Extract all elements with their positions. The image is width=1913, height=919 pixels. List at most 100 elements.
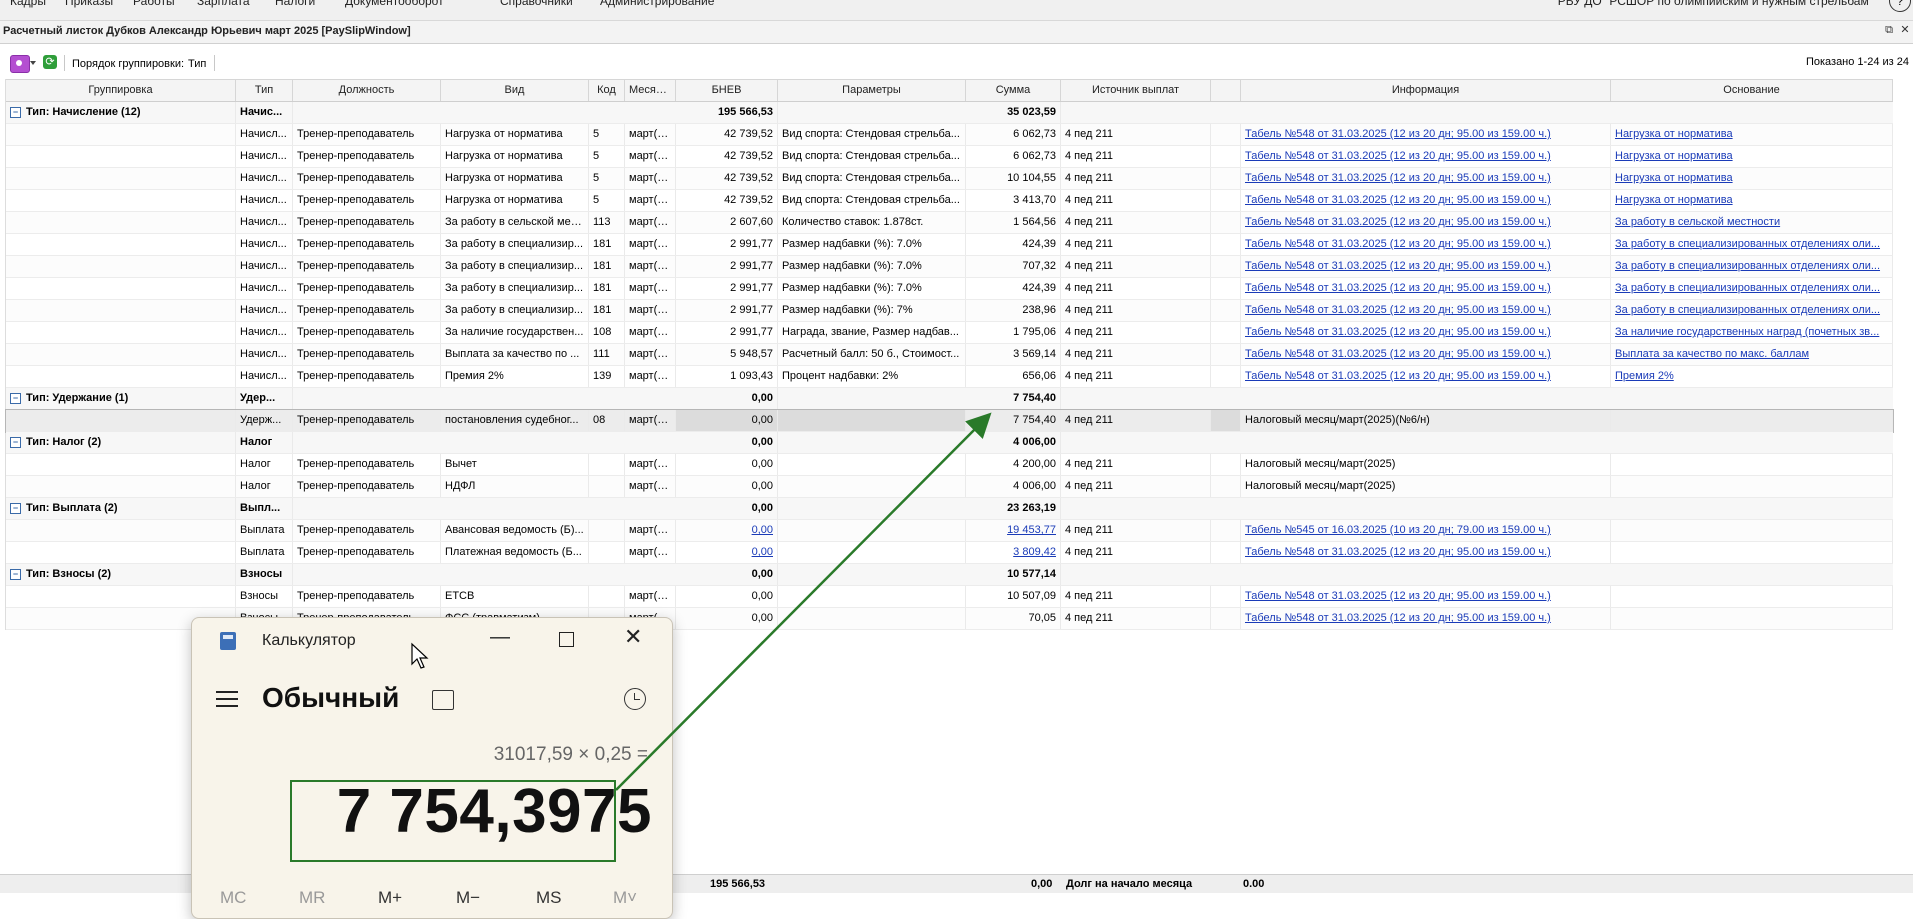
cell-basis-text[interactable]: За работу в специализированных отделения…: [1615, 238, 1880, 250]
cell-basis[interactable]: Премия 2%: [1611, 366, 1893, 387]
group-label[interactable]: − Тип: Налог (2): [6, 432, 236, 453]
cell-basis[interactable]: За работу в специализированных отделения…: [1611, 256, 1893, 277]
collapse-icon[interactable]: −: [10, 106, 21, 118]
history-icon[interactable]: [624, 688, 646, 710]
cell-info-text[interactable]: Табель №548 от 31.03.2025 (12 из 20 дн; …: [1245, 348, 1551, 360]
column-header-bnev[interactable]: БНЕВ: [676, 80, 778, 101]
cell-basis[interactable]: За работу в специализированных отделения…: [1611, 300, 1893, 321]
menu-item-2[interactable]: Работы: [133, 0, 175, 8]
column-header-position[interactable]: Должность: [293, 80, 441, 101]
cell-basis-text[interactable]: Нагрузка от норматива: [1615, 194, 1733, 206]
collapse-icon[interactable]: −: [10, 568, 21, 580]
cell-bnev[interactable]: 0,00: [676, 520, 778, 541]
menu-item-5[interactable]: Документооборот: [345, 0, 444, 8]
cell-sum[interactable]: 3 809,42: [966, 542, 1061, 563]
column-header-code[interactable]: Код: [589, 80, 625, 101]
cell-basis-text[interactable]: Нагрузка от норматива: [1615, 150, 1733, 162]
group-row[interactable]: − Тип: Выплата (2) Выпл... 0,00 23 263,19: [6, 498, 1893, 520]
restore-icon[interactable]: ⧉: [1883, 24, 1895, 36]
cell-info[interactable]: Табель №548 от 31.03.2025 (12 из 20 дн; …: [1241, 234, 1611, 255]
column-header-params[interactable]: Параметры: [778, 80, 966, 101]
close-icon[interactable]: ✕: [624, 624, 642, 650]
cell-info[interactable]: Табель №548 от 31.03.2025 (12 из 20 дн; …: [1241, 190, 1611, 211]
cell-info-text[interactable]: Табель №548 от 31.03.2025 (12 из 20 дн; …: [1245, 282, 1551, 294]
column-header-month[interactable]: Месяц ...: [625, 80, 676, 101]
cell-info-text[interactable]: Табель №548 от 31.03.2025 (12 из 20 дн; …: [1245, 216, 1551, 228]
cell-info-text[interactable]: Табель №548 от 31.03.2025 (12 из 20 дн; …: [1245, 612, 1551, 624]
cell-basis[interactable]: За работу в специализированных отделения…: [1611, 234, 1893, 255]
table-row[interactable]: Начисл... Тренер-преподаватель За работу в…: [6, 256, 1893, 278]
group-label[interactable]: − Тип: Удержание (1): [6, 388, 236, 409]
cell-basis[interactable]: Нагрузка от норматива: [1611, 190, 1893, 211]
cell-info[interactable]: Табель №548 от 31.03.2025 (12 из 20 дн; …: [1241, 256, 1611, 277]
cell-info[interactable]: Табель №548 от 31.03.2025 (12 из 20 дн; …: [1241, 124, 1611, 145]
cell-basis[interactable]: За работу в специализированных отделения…: [1611, 278, 1893, 299]
cell-basis[interactable]: Выплата за качество по макс. баллам: [1611, 344, 1893, 365]
menu-item-0[interactable]: Кадры: [10, 0, 46, 8]
memory-list-button[interactable]: M˅: [613, 888, 637, 908]
settings-gear-icon[interactable]: [10, 55, 30, 73]
table-row[interactable]: Налог Тренер-преподаватель Вычет март(2... 0…: [6, 454, 1893, 476]
cell-info[interactable]: Табель №548 от 31.03.2025 (12 из 20 дн; …: [1241, 366, 1611, 387]
cell-info[interactable]: Табель №548 от 31.03.2025 (12 из 20 дн; …: [1241, 168, 1611, 189]
cell-basis-text[interactable]: Выплата за качество по макс. баллам: [1615, 348, 1809, 360]
cell-info-text[interactable]: Табель №545 от 16.03.2025 (10 из 20 дн; …: [1245, 524, 1551, 536]
menu-item-4[interactable]: Налоги: [275, 0, 315, 8]
column-header-info[interactable]: Информация: [1241, 80, 1611, 101]
group-label[interactable]: − Тип: Выплата (2): [6, 498, 236, 519]
cell-basis-text[interactable]: Нагрузка от норматива: [1615, 172, 1733, 184]
cell-basis-text[interactable]: За работу в специализированных отделения…: [1615, 260, 1880, 272]
cell-info[interactable]: Табель №548 от 31.03.2025 (12 из 20 дн; …: [1241, 212, 1611, 233]
group-row[interactable]: − Тип: Взносы (2) Взносы 0,00 10 577,14: [6, 564, 1893, 586]
group-row[interactable]: − Тип: Налог (2) Налог 0,00 4 006,00: [6, 432, 1893, 454]
table-row[interactable]: Начисл... Тренер-преподаватель Нагрузка от…: [6, 190, 1893, 212]
cell-info-text[interactable]: Табель №548 от 31.03.2025 (12 из 20 дн; …: [1245, 260, 1551, 272]
cell-bnev-text[interactable]: 0,00: [752, 524, 773, 536]
table-row[interactable]: Налог Тренер-преподаватель НДФЛ март(2... 0,…: [6, 476, 1893, 498]
group-label[interactable]: − Тип: Начисление (12): [6, 102, 236, 123]
column-header-source[interactable]: Источник выплат: [1061, 80, 1211, 101]
menu-item-3[interactable]: Зарплата: [197, 0, 250, 8]
cell-basis-text[interactable]: За работу в специализированных отделения…: [1615, 282, 1880, 294]
memory-add-button[interactable]: M+: [378, 888, 402, 908]
cell-info[interactable]: Табель №548 от 31.03.2025 (12 из 20 дн; …: [1241, 608, 1611, 629]
cell-info-text[interactable]: Табель №548 от 31.03.2025 (12 из 20 дн; …: [1245, 304, 1551, 316]
cell-info[interactable]: Табель №548 от 31.03.2025 (12 из 20 дн; …: [1241, 146, 1611, 167]
cell-basis[interactable]: Нагрузка от норматива: [1611, 168, 1893, 189]
cell-info[interactable]: Табель №548 от 31.03.2025 (12 из 20 дн; …: [1241, 300, 1611, 321]
memory-store-button[interactable]: MS: [536, 888, 562, 908]
cell-basis-text[interactable]: За работу в сельской местности: [1615, 216, 1780, 228]
table-row[interactable]: Начисл... Тренер-преподаватель За наличие …: [6, 322, 1893, 344]
cell-bnev[interactable]: 0,00: [676, 542, 778, 563]
table-row[interactable]: Начисл... Тренер-преподаватель Нагрузка от…: [6, 168, 1893, 190]
chevron-down-icon[interactable]: [30, 61, 36, 65]
cell-info-text[interactable]: Табель №548 от 31.03.2025 (12 из 20 дн; …: [1245, 326, 1551, 338]
cell-basis-text[interactable]: Премия 2%: [1615, 370, 1674, 382]
cell-basis[interactable]: Нагрузка от норматива: [1611, 146, 1893, 167]
cell-info-text[interactable]: Табель №548 от 31.03.2025 (12 из 20 дн; …: [1245, 590, 1551, 602]
collapse-icon[interactable]: −: [10, 436, 21, 448]
hamburger-menu-icon[interactable]: [216, 691, 238, 707]
cell-info[interactable]: Табель №548 от 31.03.2025 (12 из 20 дн; …: [1241, 278, 1611, 299]
close-icon[interactable]: ✕: [1899, 24, 1911, 36]
column-header-group[interactable]: Группировка: [6, 80, 236, 101]
table-row[interactable]: Начисл... Тренер-преподаватель Выплата за …: [6, 344, 1893, 366]
cell-basis[interactable]: За работу в сельской местности: [1611, 212, 1893, 233]
cell-info-text[interactable]: Табель №548 от 31.03.2025 (12 из 20 дн; …: [1245, 194, 1551, 206]
cell-sum[interactable]: 19 453,77: [966, 520, 1061, 541]
table-row[interactable]: Начисл... Тренер-преподаватель За работу в…: [6, 212, 1893, 234]
table-row[interactable]: Начисл... Тренер-преподаватель За работу в…: [6, 278, 1893, 300]
grouping-value[interactable]: Тип: [188, 58, 206, 70]
cell-info[interactable]: Табель №548 от 31.03.2025 (12 из 20 дн; …: [1241, 322, 1611, 343]
cell-basis[interactable]: Нагрузка от норматива: [1611, 124, 1893, 145]
cell-sum-text[interactable]: 3 809,42: [1013, 546, 1056, 558]
cell-info[interactable]: Табель №545 от 16.03.2025 (10 из 20 дн; …: [1241, 520, 1611, 541]
menu-item-1[interactable]: Приказы: [65, 0, 113, 8]
cell-info-text[interactable]: Табель №548 от 31.03.2025 (12 из 20 дн; …: [1245, 150, 1551, 162]
table-row[interactable]: Выплата Тренер-преподаватель Авансовая вед…: [6, 520, 1893, 542]
keep-on-top-icon[interactable]: [432, 690, 454, 710]
cell-info-text[interactable]: Табель №548 от 31.03.2025 (12 из 20 дн; …: [1245, 546, 1551, 558]
table-row[interactable]: Начисл... Тренер-преподаватель Нагрузка от…: [6, 146, 1893, 168]
cell-info[interactable]: Табель №548 от 31.03.2025 (12 из 20 дн; …: [1241, 344, 1611, 365]
cell-bnev-text[interactable]: 0,00: [752, 546, 773, 558]
